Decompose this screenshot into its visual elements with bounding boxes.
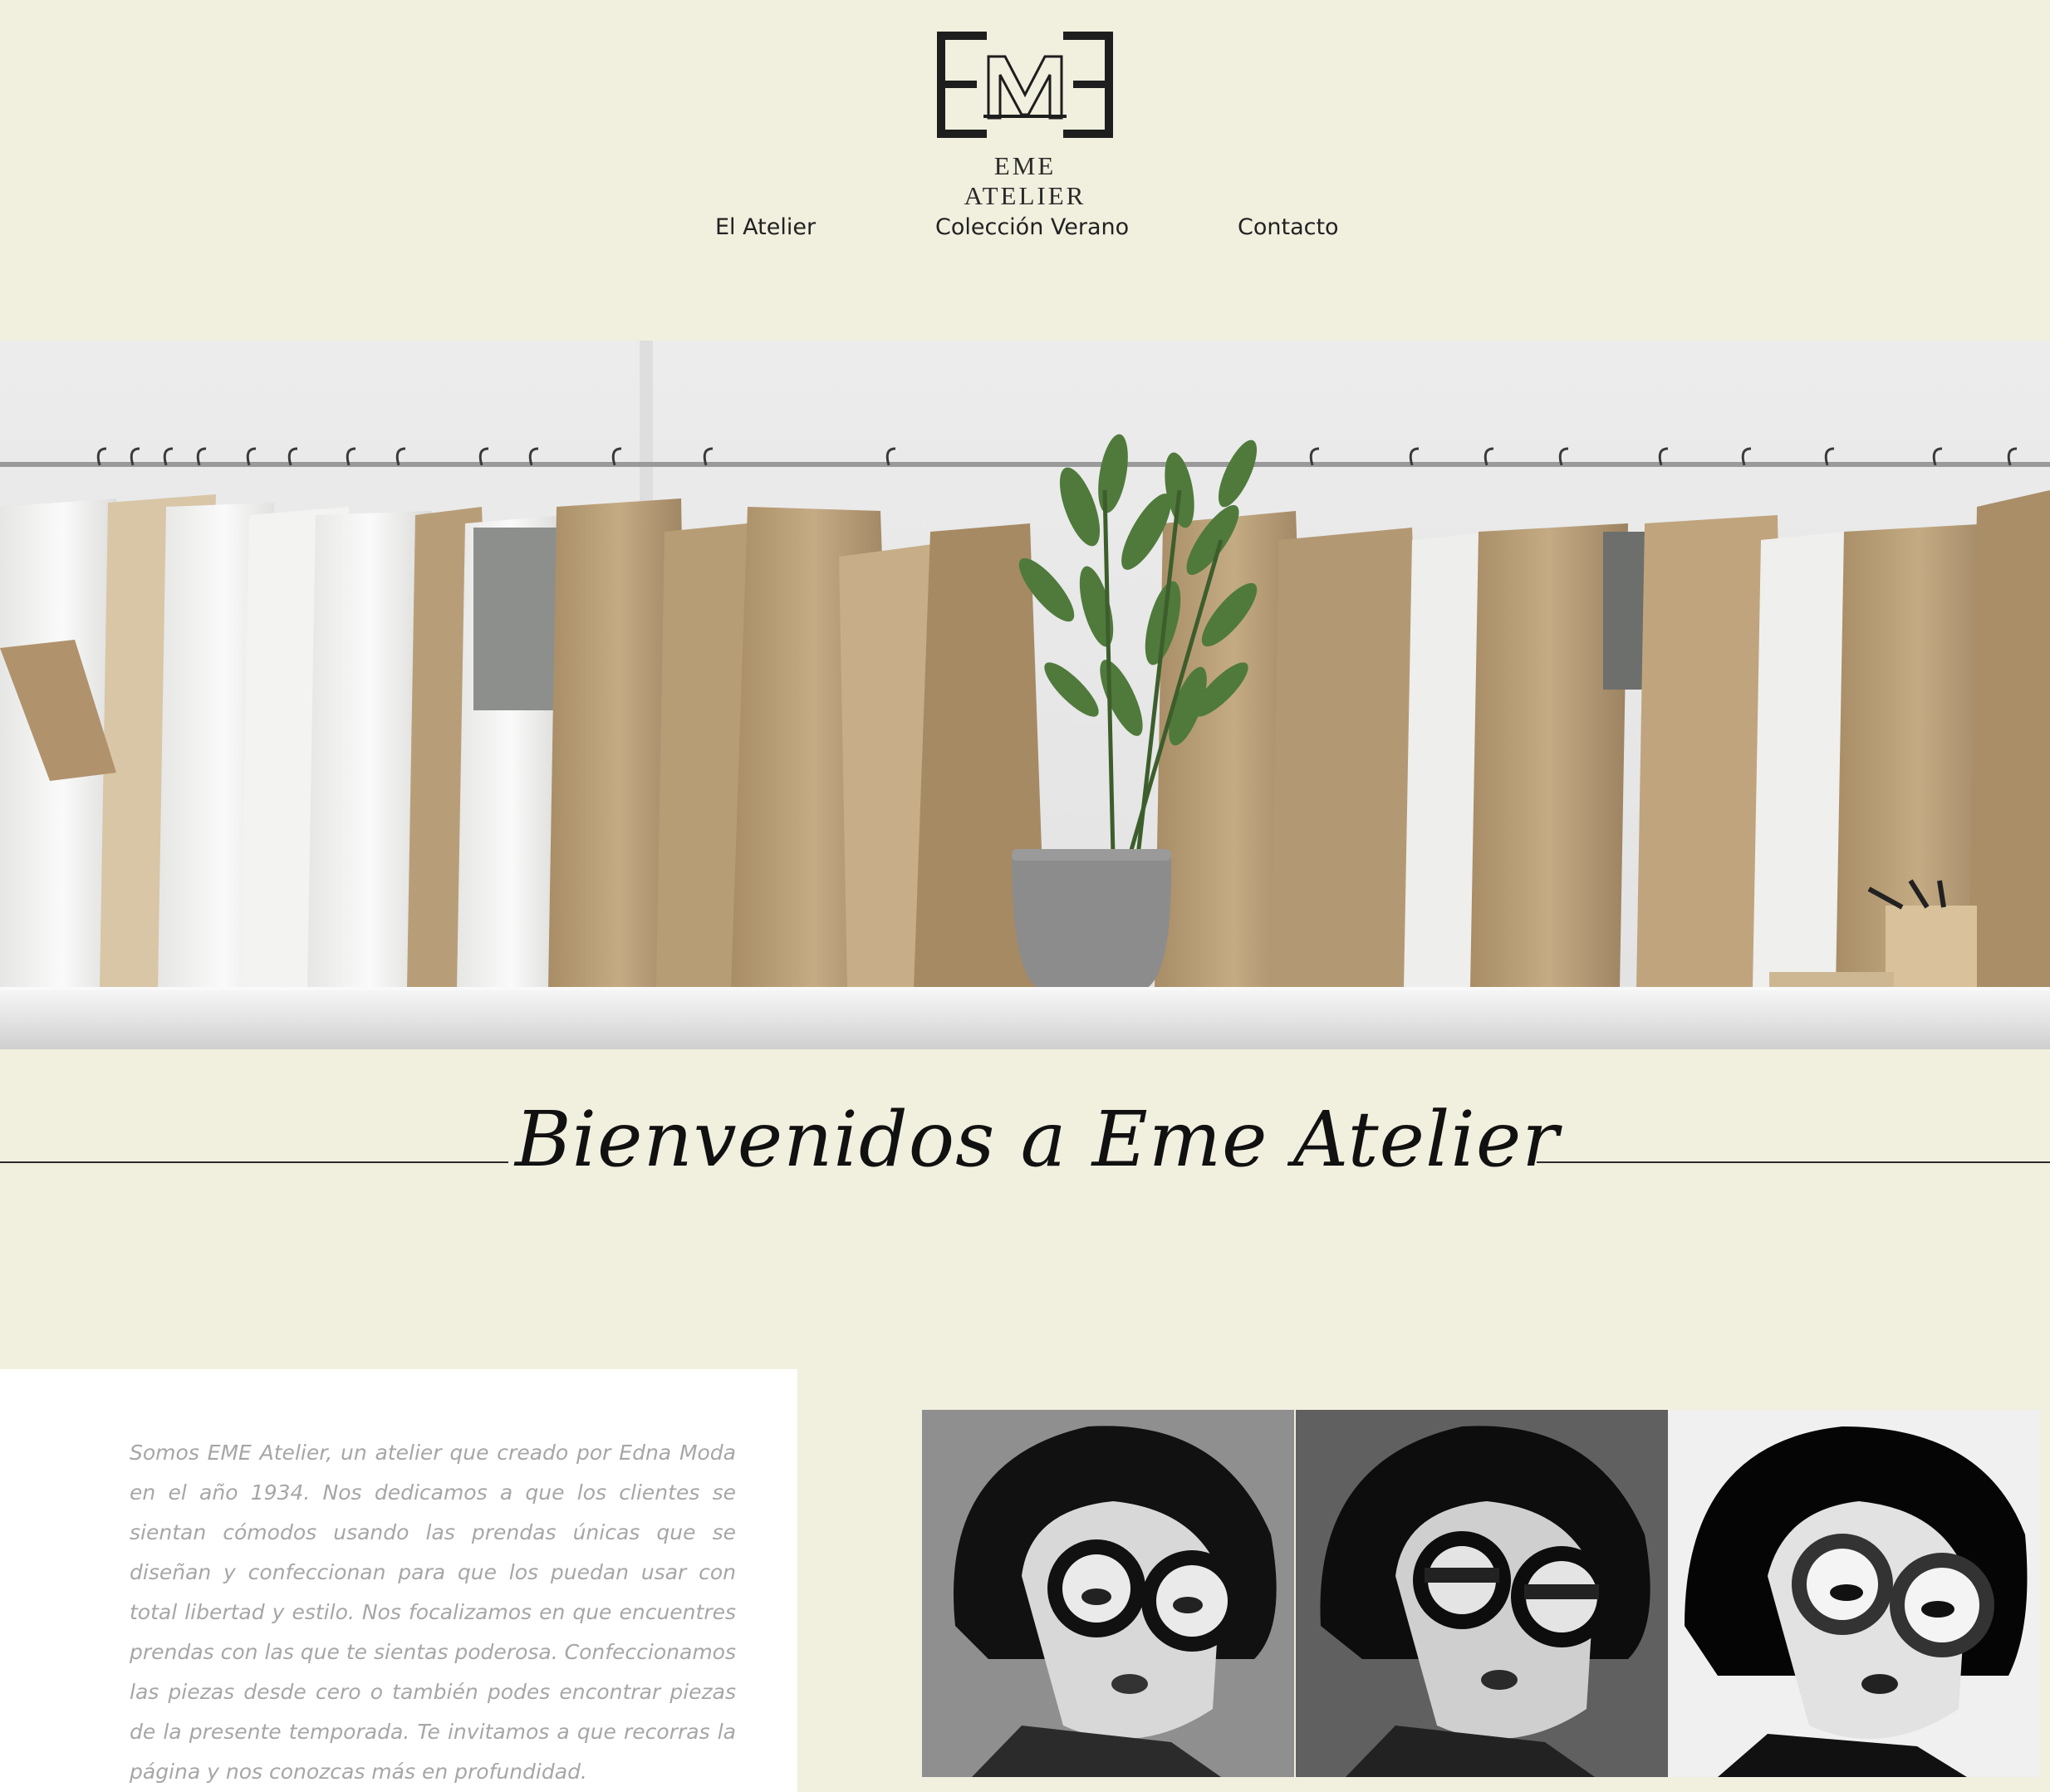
welcome-title: Bienvenidos a Eme Atelier	[515, 1095, 1560, 1184]
atelier-workshop-photo	[0, 341, 2050, 1049]
portrait-image	[1296, 1410, 1668, 1777]
nav-item-el-atelier[interactable]: El Atelier	[715, 214, 816, 240]
edna-portrait-2[interactable]	[1296, 1410, 1668, 1777]
portrait-image	[1668, 1410, 2040, 1777]
divider-left	[0, 1161, 508, 1163]
portrait-gallery	[922, 1410, 2040, 1777]
logo[interactable]: EME ATELIER	[930, 32, 1113, 210]
about-text: Somos EME Atelier, un atelier que creado…	[130, 1441, 736, 1784]
nav-item-coleccion-verano[interactable]: Colección Verano	[935, 214, 1129, 240]
main-nav: El Atelier Colección Verano Contacto	[0, 214, 2050, 251]
edna-portrait-1[interactable]	[922, 1410, 1294, 1777]
portrait-image	[922, 1410, 1294, 1777]
about-section: Somos EME Atelier, un atelier que creado…	[0, 1369, 797, 1792]
hero-image	[0, 341, 2050, 1049]
nav-item-contacto[interactable]: Contacto	[1238, 214, 1339, 240]
logo-text: EME ATELIER	[964, 151, 1086, 210]
divider-right	[1537, 1161, 2050, 1163]
eme-monogram-logo	[937, 32, 1113, 138]
edna-portrait-3[interactable]	[1668, 1410, 2040, 1777]
